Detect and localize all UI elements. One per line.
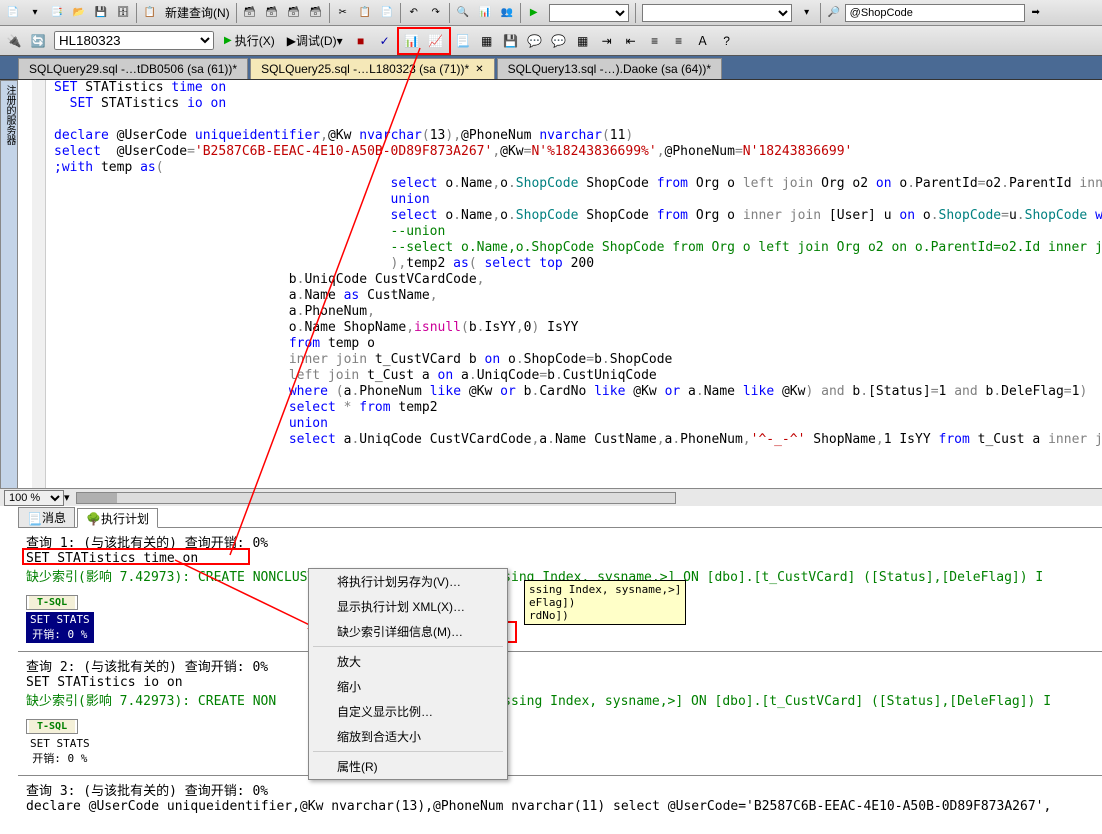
uncomment-icon[interactable]: 💬 bbox=[548, 30, 570, 52]
editor-gutter bbox=[32, 80, 46, 488]
tab-messages[interactable]: 📃消息 bbox=[18, 507, 75, 527]
cost-label: SET STATS开销: 0 % bbox=[26, 612, 94, 643]
format-icon-1[interactable]: ≡ bbox=[644, 30, 666, 52]
new-file-icon[interactable]: 📑 bbox=[47, 3, 67, 23]
plan-statement: SET STATistics io on bbox=[26, 675, 1094, 690]
menu-zoom-in[interactable]: 放大 bbox=[309, 649, 507, 674]
database-combo[interactable]: HL180323 bbox=[54, 31, 214, 50]
table-icon[interactable]: ▦ bbox=[572, 30, 594, 52]
db-icon-2[interactable]: 🗃 bbox=[262, 3, 282, 23]
plan-query-2: 查询 2: (与该批有关的) 查询开销: 0% SET STATistics i… bbox=[18, 652, 1102, 776]
plan-statement: declare @UserCode uniqueidentifier,@Kw n… bbox=[26, 799, 1094, 814]
config-combo[interactable] bbox=[642, 4, 792, 22]
help-icon[interactable]: ? bbox=[716, 30, 738, 52]
indent-icon[interactable]: ⇥ bbox=[596, 30, 618, 52]
menu-missing-index-details[interactable]: 缺少索引详细信息(M)… bbox=[309, 619, 507, 644]
save-icon[interactable]: 💾 bbox=[91, 3, 111, 23]
db-icon-3[interactable]: 🗃 bbox=[284, 3, 304, 23]
tsql-node[interactable]: T-SQL bbox=[26, 719, 78, 734]
result-tabs: 📃消息 🌳执行计划 bbox=[18, 506, 1102, 528]
sql-editor[interactable]: SET STATistics time on SET STATistics io… bbox=[32, 80, 1102, 488]
parse-icon[interactable]: ✓ bbox=[374, 30, 396, 52]
zoom-bar: 100 % ▾ bbox=[0, 488, 1102, 506]
nav-icon-3[interactable]: 👥 bbox=[497, 3, 517, 23]
cost-label: SET STATS开销: 0 % bbox=[26, 736, 94, 767]
registered-servers-strip[interactable]: 注册的服务器 bbox=[0, 80, 18, 500]
tooltip: ssing Index, sysname,>] eFlag]) rdNo]) bbox=[524, 580, 686, 625]
copy-icon[interactable]: 📋 bbox=[355, 3, 375, 23]
new-query-label[interactable]: 新建查询(N) bbox=[161, 4, 234, 21]
close-icon[interactable]: ✕ bbox=[475, 64, 483, 75]
menu-save-plan-as[interactable]: 将执行计划另存为(V)… bbox=[309, 569, 507, 594]
menu-zoom-to-fit[interactable]: 缩放到合适大小 bbox=[309, 724, 507, 749]
execution-plan-pane[interactable]: 查询 1: (与该批有关的) 查询开销: 0% SET STATistics t… bbox=[18, 528, 1102, 834]
specify-values-icon[interactable]: Ａ bbox=[692, 30, 714, 52]
horizontal-scrollbar[interactable] bbox=[76, 492, 676, 504]
tab-query25[interactable]: SQLQuery25.sql -…L180323 (sa (71))*✕ bbox=[250, 58, 495, 79]
results-grid-icon[interactable]: ▦ bbox=[476, 30, 498, 52]
plan-query-3: 查询 3: (与该批有关的) 查询开销: 0% declare @UserCod… bbox=[18, 776, 1102, 834]
new-query-icon[interactable]: 📋 bbox=[140, 3, 160, 23]
nav-icon-1[interactable]: 🔍 bbox=[453, 3, 473, 23]
config-dropdown-icon[interactable]: ▾ bbox=[797, 3, 817, 23]
comment-icon[interactable]: 💬 bbox=[524, 30, 546, 52]
include-stats-icon[interactable]: 📈 bbox=[425, 30, 447, 52]
stop-icon[interactable]: ■ bbox=[350, 30, 372, 52]
find-icon[interactable]: 🔎 bbox=[824, 3, 844, 23]
tsql-node[interactable]: T-SQL bbox=[26, 595, 78, 610]
tab-query13[interactable]: SQLQuery13.sql -…).Daoke (sa (64))* bbox=[497, 58, 722, 79]
nav-icon-2[interactable]: 📊 bbox=[475, 3, 495, 23]
open-icon[interactable]: 📂 bbox=[69, 3, 89, 23]
debug-button[interactable]: ▶ 调试(D) ▾ bbox=[281, 31, 349, 50]
outdent-icon[interactable]: ⇤ bbox=[620, 30, 642, 52]
missing-index-hint[interactable]: 缺少索引(影响 7.42973): CREATE NONXXXXXXXXXXXX… bbox=[26, 690, 1094, 709]
results-file-icon[interactable]: 💾 bbox=[500, 30, 522, 52]
menu-zoom-out[interactable]: 缩小 bbox=[309, 674, 507, 699]
zoom-combo[interactable]: 100 % bbox=[4, 490, 64, 506]
plan-title: 查询 3: (与该批有关的) 查询开销: 0% bbox=[26, 780, 1094, 799]
save-all-icon[interactable]: 🗄 bbox=[113, 3, 133, 23]
include-plan-icon[interactable]: 📊 bbox=[401, 30, 423, 52]
plan-icon: 🌳 bbox=[86, 512, 98, 524]
db-icon-1[interactable]: 🗃 bbox=[240, 3, 260, 23]
plan-title: 查询 1: (与该批有关的) 查询开销: 0% bbox=[26, 532, 1094, 551]
dropdown-icon[interactable]: ▾ bbox=[25, 3, 45, 23]
zoom-dropdown-icon[interactable]: ▾ bbox=[64, 491, 70, 504]
sql-toolbar: 🔌 🔄 HL180323 执行(X) ▶ 调试(D) ▾ ■ ✓ 📊 📈 📃 ▦… bbox=[0, 26, 1102, 56]
menu-custom-zoom[interactable]: 自定义显示比例… bbox=[309, 699, 507, 724]
connect-icon[interactable]: 🔌 bbox=[3, 30, 25, 52]
new-project-icon[interactable]: 📄 bbox=[3, 3, 23, 23]
plan-statement: SET STATistics time on bbox=[26, 551, 1094, 566]
goto-icon[interactable]: ➡ bbox=[1026, 3, 1046, 23]
cut-icon[interactable]: ✂ bbox=[333, 3, 353, 23]
main-toolbar: 📄 ▾ 📑 📂 💾 🗄 📋 新建查询(N) 🗃 🗃 🗃 🗃 ✂ 📋 📄 ↶ ↷ … bbox=[0, 0, 1102, 26]
plan-title: 查询 2: (与该批有关的) 查询开销: 0% bbox=[26, 656, 1094, 675]
undo-icon[interactable]: ↶ bbox=[404, 3, 424, 23]
document-tabs: SQLQuery29.sql -…tDB0506 (sa (61))* SQLQ… bbox=[0, 56, 1102, 80]
change-conn-icon[interactable]: 🔄 bbox=[27, 30, 49, 52]
play-icon[interactable]: ▶ bbox=[524, 3, 544, 23]
run-target-combo[interactable] bbox=[549, 4, 629, 22]
paste-icon[interactable]: 📄 bbox=[377, 3, 397, 23]
context-menu: 将执行计划另存为(V)… 显示执行计划 XML(X)… 缺少索引详细信息(M)…… bbox=[308, 568, 508, 780]
redo-icon[interactable]: ↷ bbox=[426, 3, 446, 23]
db-icon-4[interactable]: 🗃 bbox=[306, 3, 326, 23]
menu-properties[interactable]: 属性(R) bbox=[309, 754, 507, 779]
tab-execution-plan[interactable]: 🌳执行计划 bbox=[77, 508, 158, 528]
messages-icon: 📃 bbox=[27, 512, 39, 524]
variable-combo[interactable]: @ShopCode bbox=[845, 4, 1025, 22]
execute-button[interactable]: 执行(X) bbox=[218, 31, 281, 50]
tab-query29[interactable]: SQLQuery29.sql -…tDB0506 (sa (61))* bbox=[18, 58, 248, 79]
format-icon-2[interactable]: ≡ bbox=[668, 30, 690, 52]
menu-show-plan-xml[interactable]: 显示执行计划 XML(X)… bbox=[309, 594, 507, 619]
results-text-icon[interactable]: 📃 bbox=[452, 30, 474, 52]
